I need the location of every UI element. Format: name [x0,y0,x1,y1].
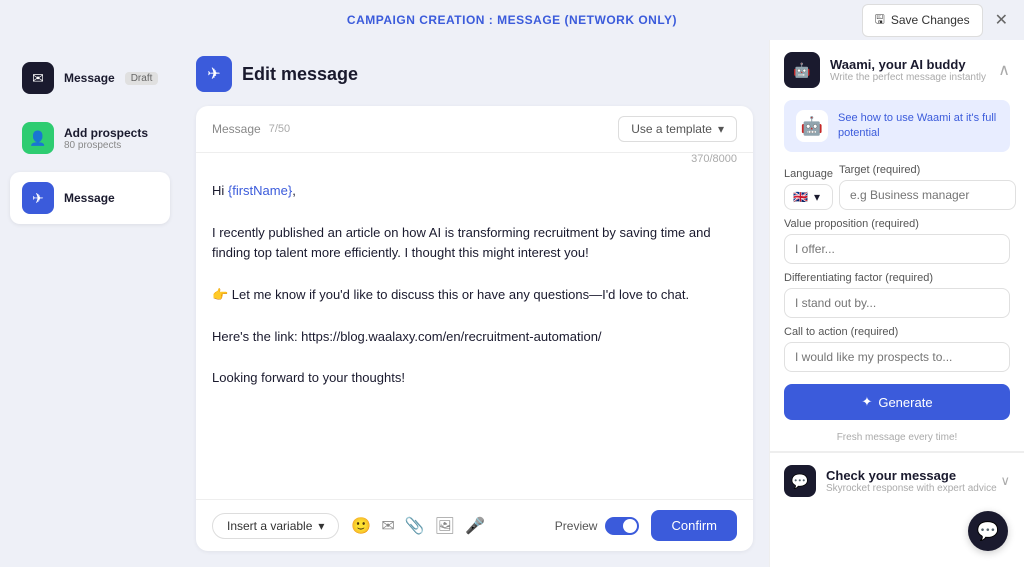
confirm-button[interactable]: Confirm [651,510,737,541]
check-section[interactable]: 💬 Check your message Skyrocket response … [770,452,1024,509]
save-changes-label: Save Changes [891,13,970,27]
sidebar-item-message-label: Message [64,71,115,85]
sidebar-item-prospects-label: Add prospects [64,126,148,140]
cta-label: Call to action (required) [784,326,1010,338]
preview-toggle-switch[interactable] [605,517,639,535]
chevron-down-icon: ▾ [718,122,724,136]
message-paragraph-4: Looking forward to your thoughts! [212,368,737,389]
check-title: Check your message [826,468,997,483]
message-footer: Insert a variable ▾ 🙂 ✉ 📎 🖼 🎤 Preview [196,499,753,551]
save-changes-button[interactable]: 🖫 Save Changes [862,4,983,37]
sidebar-message-icon: ✉ [22,62,54,94]
emoji-icon[interactable]: 🙂 [351,516,371,536]
sidebar-prospects-icon: 👤 [22,122,54,154]
cta-input[interactable] [784,342,1010,372]
generate-label: Generate [878,395,932,410]
diff-input[interactable] [784,288,1010,318]
message-card: Message 7/50 Use a template ▾ 370/8000 H… [196,106,753,551]
edit-title: Edit message [242,64,358,85]
waami-title: Waami, your AI buddy [830,57,986,72]
top-bar: CAMPAIGN CREATION : Message (network onl… [0,0,1024,40]
sidebar-item-message-step[interactable]: ✈ Message [10,172,170,224]
preview-label: Preview [555,519,598,533]
waami-subtitle: Write the perfect message instantly [830,72,986,83]
main-content: ✈ Edit message Message 7/50 Use a templa… [180,40,769,567]
main-layout: ✉ Message Draft 👤 Add prospects 80 prosp… [0,40,1024,567]
sidebar-message-step-icon: ✈ [22,182,54,214]
toolbar-icons: 🙂 ✉ 📎 🖼 🎤 [351,516,484,536]
chat-icon: 💬 [977,521,999,542]
edit-message-header: ✈ Edit message [196,56,753,92]
draft-badge: Draft [125,72,159,85]
sidebar-item-add-prospects[interactable]: 👤 Add prospects 80 prospects [10,112,170,164]
sidebar: ✉ Message Draft 👤 Add prospects 80 prosp… [0,40,180,567]
use-template-label: Use a template [631,122,712,136]
waami-robot-icon: 🤖 [796,110,828,142]
message-paragraph-3: Here's the link: https://blog.waalaxy.co… [212,327,737,348]
sidebar-item-message-app[interactable]: ✉ Message Draft [10,52,170,104]
target-label: Target (required) [839,164,1016,176]
waami-banner: 🤖 See how to use Waami at it's full pote… [784,100,1010,152]
sidebar-item-message-step-label: Message [64,191,115,205]
value-label: Value proposition (required) [784,218,1010,230]
campaign-step: Message (network only) [497,13,677,27]
message-paragraph-1: I recently published an article on how A… [212,223,737,265]
generate-icon: ✦ [861,394,872,410]
close-icon: ✕ [995,12,1008,29]
attachment-icon[interactable]: 📎 [405,516,425,536]
message-greeting: Hi {firstName}, [212,181,737,202]
waami-avatar: 🤖 [784,52,820,88]
language-label: Language [784,168,833,180]
confirm-label: Confirm [671,518,717,533]
waami-collapse-icon[interactable]: ∧ [998,60,1010,80]
use-template-button[interactable]: Use a template ▾ [618,116,737,142]
firstname-tag: {firstName} [228,183,292,198]
chat-bubble[interactable]: 💬 [968,511,1008,551]
language-selector[interactable]: 🇬🇧 ▾ [784,184,833,210]
waami-banner-text: See how to use Waami at it's full potent… [838,111,998,142]
check-expand-icon: ∨ [1000,473,1010,489]
message-body[interactable]: Hi {firstName}, I recently published an … [196,169,753,499]
mail-icon[interactable]: ✉ [381,516,394,536]
chevron-down-icon: ▾ [318,519,324,533]
mic-icon[interactable]: 🎤 [465,516,485,536]
insert-variable-label: Insert a variable [227,519,312,533]
message-count: 7/50 [269,123,290,135]
top-bar-actions: 🖫 Save Changes ✕ [862,4,1012,37]
right-panel: 🤖 Waami, your AI buddy Write the perfect… [769,40,1024,567]
message-label: Message [212,122,261,136]
generate-button[interactable]: ✦ Generate [784,384,1010,420]
generate-sub: Fresh message every time! [784,432,1010,443]
value-field: Value proposition (required) [784,218,1010,264]
campaign-prefix: CAMPAIGN CREATION : [347,13,493,27]
waami-form: Language 🇬🇧 ▾ Target (required) [770,164,1024,451]
waami-header: 🤖 Waami, your AI buddy Write the perfect… [770,40,1024,100]
value-input[interactable] [784,234,1010,264]
preview-toggle: Preview [555,517,640,535]
campaign-title: CAMPAIGN CREATION : Message (network onl… [347,13,677,27]
check-subtitle: Skyrocket response with expert advice [826,483,997,494]
diff-label: Differentiating factor (required) [784,272,1010,284]
message-paragraph-2: 👉 Let me know if you'd like to discuss t… [212,285,737,306]
diff-field: Differentiating factor (required) [784,272,1010,318]
check-avatar: 💬 [784,465,816,497]
close-button[interactable]: ✕ [991,6,1012,34]
language-chevron: ▾ [814,190,820,204]
message-toolbar: Message 7/50 Use a template ▾ [196,106,753,153]
target-input[interactable] [839,180,1016,210]
char-count: 370/8000 [196,153,753,169]
sidebar-item-prospects-sub: 80 prospects [64,140,148,151]
cta-field: Call to action (required) [784,326,1010,372]
language-target-row: Language 🇬🇧 ▾ Target (required) [784,164,1010,210]
image-icon[interactable]: 🖼 [435,516,455,536]
flag-icon: 🇬🇧 [793,190,808,204]
edit-icon: ✈ [196,56,232,92]
insert-variable-button[interactable]: Insert a variable ▾ [212,513,339,539]
waami-section: 🤖 Waami, your AI buddy Write the perfect… [770,40,1024,452]
save-icon: 🖫 [875,10,885,31]
